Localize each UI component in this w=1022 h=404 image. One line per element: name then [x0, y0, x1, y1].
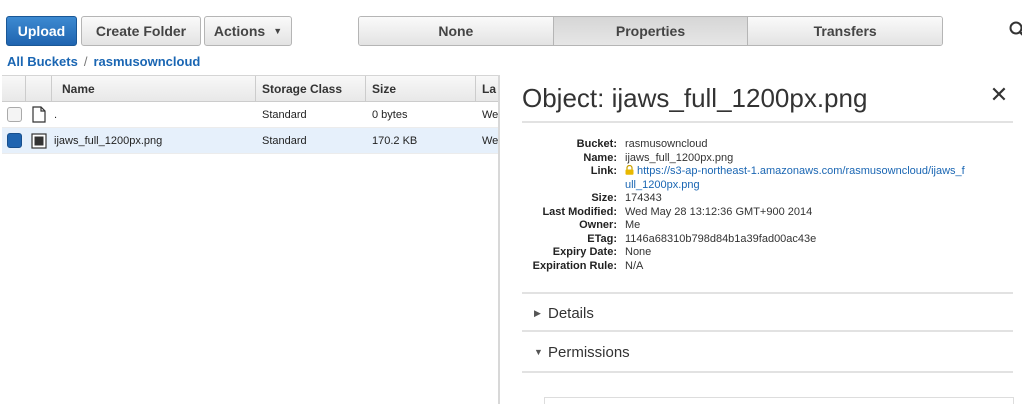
property-row: Bucket: rasmusowncloud [522, 138, 1013, 152]
row-checkbox-cell [2, 107, 26, 122]
row-storage-class: Standard [262, 134, 307, 147]
property-bucket: rasmusowncloud [625, 138, 708, 150]
property-label: Last Modified: [542, 205, 617, 218]
breadcrumb-bucket-link[interactable]: rasmusowncloud [93, 54, 200, 69]
row-checkbox-cell [2, 133, 26, 148]
row-name: ijaws_full_1200px.png [54, 134, 163, 147]
row-icon-cell [26, 132, 52, 149]
property-etag: 1146a68310b798d84b1a39fad00ac43e [625, 232, 817, 245]
image-file-icon [31, 132, 47, 149]
view-mode-switcher: None Properties Transfers [358, 16, 943, 46]
table-row[interactable]: . Standard 0 bytes Wed [2, 102, 498, 128]
upload-button[interactable]: Upload [6, 16, 77, 46]
actions-button-label: Actions [213, 23, 266, 39]
divider [522, 121, 1013, 123]
property-label: Link: [590, 165, 617, 177]
close-icon[interactable]: ✕ [988, 84, 1010, 106]
row-size: 170.2 KB [372, 134, 418, 147]
property-label: Expiry Date: [552, 246, 617, 258]
property-row: Expiry Date: None [522, 246, 1013, 260]
property-row: Owner: Me [522, 219, 1013, 233]
table-row[interactable]: ijaws_full_1200px.png Standard 170.2 KB … [2, 128, 498, 154]
property-row: Link: https://s3-ap-northeast-1.amazonaw… [522, 165, 1013, 192]
lock-icon [625, 165, 634, 175]
column-header-last-modified[interactable]: La [476, 76, 498, 101]
header-checkbox-column [2, 76, 26, 101]
actions-dropdown-button[interactable]: Actions ▼ [204, 16, 292, 46]
property-last-modified: Wed May 28 13:12:36 GMT+900 2014 [625, 205, 813, 218]
tab-transfers[interactable]: Transfers [748, 17, 942, 45]
property-row: Expiration Rule: N/A [522, 260, 1013, 274]
properties-panel: Object: ijaws_full_1200px.png ✕ Bucket: … [500, 75, 1022, 404]
breadcrumb-all-buckets-link[interactable]: All Buckets [7, 54, 78, 69]
column-header-size[interactable]: Size [366, 76, 476, 101]
chevron-down-icon: ▼ [273, 26, 283, 36]
property-label: ETag: [587, 232, 617, 245]
details-section-toggle[interactable]: ▶ Details [522, 294, 1013, 332]
permissions-list [544, 397, 1014, 404]
tab-properties-label: Properties [615, 23, 686, 39]
property-row: Size: 174343 [522, 192, 1013, 206]
property-name: ijaws_full_1200px.png [625, 151, 734, 164]
divider [522, 330, 1013, 332]
property-row: Last Modified: Wed May 28 13:12:36 GMT+9… [522, 206, 1013, 220]
column-header-storage-class[interactable]: Storage Class [256, 76, 366, 101]
tab-transfers-label: Transfers [813, 23, 877, 39]
property-owner: Me [625, 219, 641, 231]
column-header-name[interactable]: Name [52, 76, 256, 101]
property-link[interactable]: https://s3-ap-northeast-1.amazonaws.com/… [625, 165, 965, 192]
property-label: Owner: [579, 219, 617, 231]
row-icon-cell [26, 106, 52, 123]
divider [522, 371, 1013, 373]
property-label: Expiration Rule: [532, 259, 617, 272]
permissions-section-toggle[interactable]: ▼ Permissions [522, 333, 1013, 371]
property-label: Bucket: [576, 138, 617, 150]
breadcrumb-separator: / [83, 54, 88, 69]
property-label: Size: [591, 192, 617, 204]
file-icon [32, 106, 46, 123]
caret-right-icon: ▶ [534, 307, 541, 318]
tab-none[interactable]: None [359, 17, 554, 45]
header-icon-column [26, 76, 52, 101]
tab-none-label: None [438, 23, 474, 39]
details-section-label: Details [548, 304, 594, 322]
panel-title: Object: ijaws_full_1200px.png [522, 83, 868, 113]
search-icon[interactable] [1008, 20, 1022, 40]
breadcrumb: All Buckets / rasmusowncloud [7, 54, 200, 69]
property-row: Name: ijaws_full_1200px.png [522, 152, 1013, 166]
create-folder-button-label: Create Folder [95, 23, 187, 39]
row-name: . [54, 108, 58, 121]
property-label: Name: [583, 151, 617, 164]
row-storage-class: Standard [262, 108, 307, 121]
create-folder-button[interactable]: Create Folder [81, 16, 201, 46]
property-link-text[interactable]: https://s3-ap-northeast-1.amazonaws.com/… [625, 165, 965, 191]
property-expiration-rule: N/A [625, 259, 644, 272]
row-last-modified: Wed [482, 108, 498, 121]
property-size: 174343 [625, 192, 662, 204]
property-row: ETag: 1146a68310b798d84b1a39fad00ac43e [522, 233, 1013, 247]
row-last-modified: Wed [482, 134, 498, 147]
row-size: 0 bytes [372, 108, 408, 121]
row-checkbox[interactable] [6, 133, 22, 148]
tab-properties[interactable]: Properties [553, 17, 749, 45]
objects-table: Name Storage Class Size La . Standard 0 … [2, 75, 498, 154]
permissions-section-label: Permissions [548, 343, 630, 361]
object-properties: Bucket: rasmusowncloud Name: ijaws_full_… [522, 138, 1013, 273]
table-header: Name Storage Class Size La [2, 75, 498, 102]
row-checkbox[interactable] [6, 107, 22, 122]
property-expiry-date: None [625, 246, 652, 258]
caret-down-icon: ▼ [534, 347, 543, 357]
upload-button-label: Upload [17, 23, 66, 39]
